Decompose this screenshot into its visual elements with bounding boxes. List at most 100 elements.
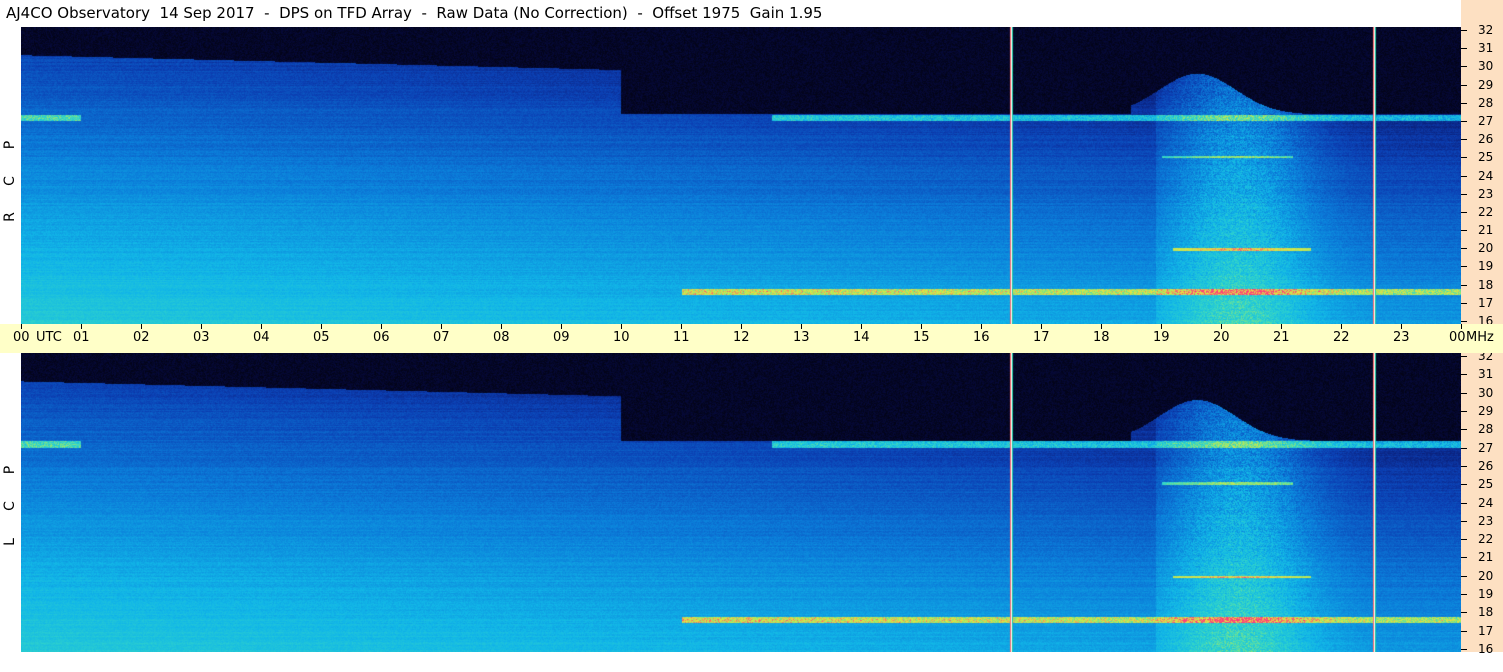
time-tick (621, 324, 622, 329)
time-tick-label: 00 (13, 330, 30, 345)
freq-tick-label: 19 (1478, 587, 1494, 601)
freq-tick-label: 31 (1478, 41, 1494, 55)
time-tick-label: 05 (313, 330, 330, 345)
time-tick-label: 16 (973, 330, 990, 345)
freq-tick-label: 24 (1478, 169, 1494, 183)
freq-tick (1461, 484, 1467, 485)
freq-tick-label: 29 (1478, 78, 1494, 92)
freq-tick (1461, 466, 1467, 467)
time-tick-label: 22 (1333, 330, 1350, 345)
freq-tick-label: 27 (1478, 114, 1494, 128)
time-tick (681, 324, 682, 329)
time-tick (201, 324, 202, 329)
time-tick-label: 00 (1449, 330, 1466, 345)
time-tick-label: 13 (793, 330, 810, 345)
time-tick (81, 324, 82, 329)
time-tick (1041, 324, 1042, 329)
freq-tick (1461, 321, 1467, 322)
freq-tick (1461, 157, 1467, 158)
freq-tick-label: 24 (1478, 496, 1494, 510)
time-tick-label: 20 (1213, 330, 1230, 345)
freq-tick (1461, 393, 1467, 394)
freq-tick-label: 19 (1478, 259, 1494, 273)
freq-tick (1461, 85, 1467, 86)
freq-tick-label: 16 (1478, 642, 1494, 656)
time-tick (801, 324, 802, 329)
time-tick (981, 324, 982, 329)
freq-tick (1461, 649, 1467, 650)
freq-tick (1461, 303, 1467, 304)
time-tick-label: 18 (1093, 330, 1110, 345)
freq-tick (1461, 576, 1467, 577)
time-tick (141, 324, 142, 329)
freq-tick-label: 21 (1478, 223, 1494, 237)
freq-tick-label: 22 (1478, 532, 1494, 546)
freq-tick (1461, 612, 1467, 613)
time-tick-label: 09 (553, 330, 570, 345)
freq-tick-label: 20 (1478, 569, 1494, 583)
time-tick (501, 324, 502, 329)
freq-tick-label: 23 (1478, 187, 1494, 201)
frequency-axis-unit: MHz (1466, 330, 1494, 345)
time-tick (1161, 324, 1162, 329)
time-tick-label: 11 (673, 330, 690, 345)
spectrogram-canvas-rcp (21, 27, 1461, 324)
time-tick-label: 23 (1393, 330, 1410, 345)
time-tick (921, 324, 922, 329)
freq-tick (1461, 285, 1467, 286)
freq-tick-label: 26 (1478, 132, 1494, 146)
freq-tick (1461, 103, 1467, 104)
time-tick-label: 01 (73, 330, 90, 345)
freq-tick (1461, 557, 1467, 558)
time-tick (321, 324, 322, 329)
panel-label-lcp: P C L (0, 452, 20, 560)
freq-tick (1461, 521, 1467, 522)
freq-tick-label: 31 (1478, 367, 1494, 381)
freq-tick-label: 32 (1478, 23, 1494, 37)
time-tick-label: 12 (733, 330, 750, 345)
time-tick-label: 03 (193, 330, 210, 345)
time-tick-label: 02 (133, 330, 150, 345)
freq-tick (1461, 139, 1467, 140)
time-tick (1281, 324, 1282, 329)
time-tick-label: 06 (373, 330, 390, 345)
freq-tick (1461, 248, 1467, 249)
freq-tick-label: 20 (1478, 241, 1494, 255)
time-tick (561, 324, 562, 329)
time-axis-unit: UTC (36, 330, 62, 345)
time-tick-label: 19 (1153, 330, 1170, 345)
spectrogram-canvas-lcp (21, 353, 1461, 652)
freq-tick (1461, 356, 1467, 357)
time-tick-label: 14 (853, 330, 870, 345)
freq-tick-label: 28 (1478, 422, 1494, 436)
freq-tick-label: 27 (1478, 441, 1494, 455)
time-tick (381, 324, 382, 329)
freq-tick (1461, 212, 1467, 213)
freq-tick-label: 22 (1478, 205, 1494, 219)
time-tick (861, 324, 862, 329)
time-tick (1221, 324, 1222, 329)
freq-tick (1461, 374, 1467, 375)
freq-tick (1461, 194, 1467, 195)
frequency-axis-lcp: 16 17 18 19 20 21 22 23 24 25 26 27 28 29 30 31 32 (1461, 350, 1503, 656)
time-tick (741, 324, 742, 329)
freq-tick (1461, 176, 1467, 177)
time-tick (1461, 324, 1462, 329)
panel-label-rcp: P C R (0, 127, 20, 235)
freq-tick-label: 25 (1478, 150, 1494, 164)
freq-tick (1461, 48, 1467, 49)
freq-tick (1461, 230, 1467, 231)
freq-tick (1461, 539, 1467, 540)
freq-tick-label: 18 (1478, 278, 1494, 292)
freq-tick-label: 25 (1478, 477, 1494, 491)
freq-tick-label: 17 (1478, 624, 1494, 638)
time-tick-label: 15 (913, 330, 930, 345)
spectrogram-rcp (21, 27, 1461, 324)
time-tick (1401, 324, 1402, 329)
freq-tick (1461, 594, 1467, 595)
freq-tick-label: 21 (1478, 550, 1494, 564)
freq-tick (1461, 411, 1467, 412)
freq-tick (1461, 448, 1467, 449)
time-tick-label: 04 (253, 330, 270, 345)
time-tick-label: 10 (613, 330, 630, 345)
